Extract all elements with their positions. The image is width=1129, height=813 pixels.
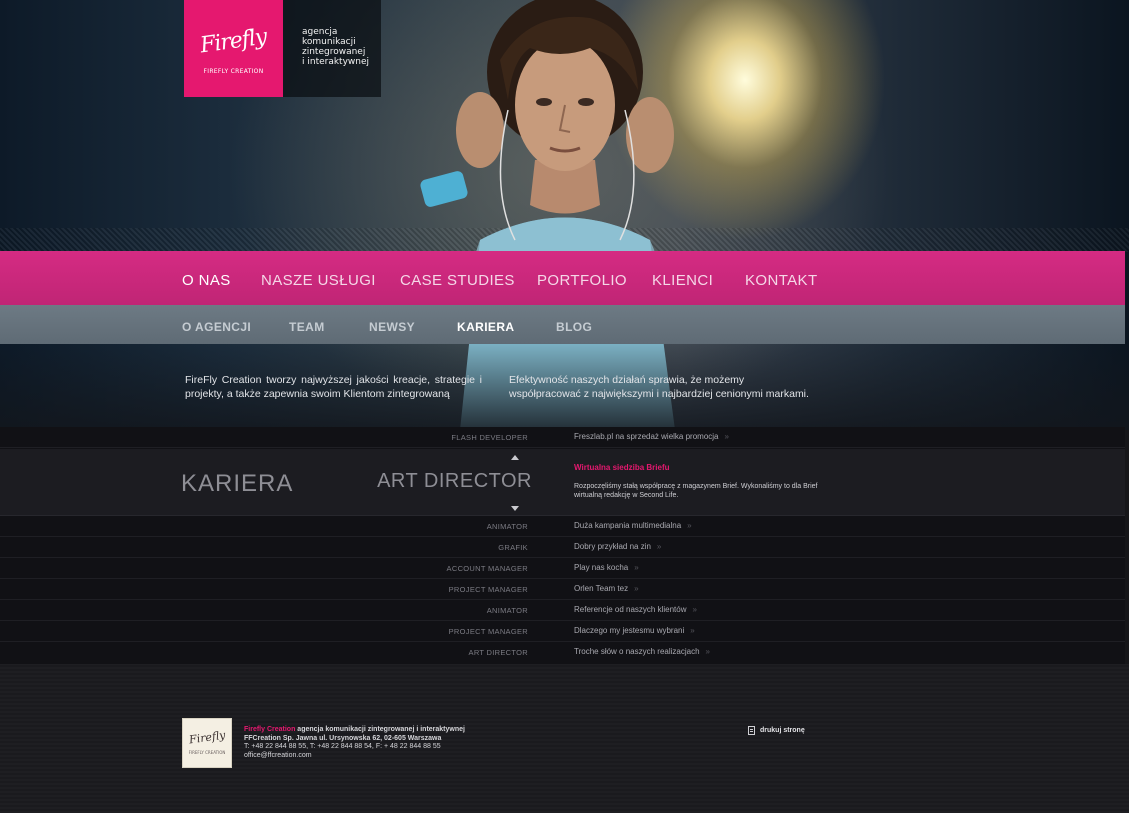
arrow-up-icon[interactable] — [511, 455, 519, 460]
job-row[interactable]: PROJECT MANAGER Dlaczego my jestesmu wyb… — [0, 621, 1125, 642]
job-row[interactable]: ART DIRECTOR Troche słów o naszych reali… — [0, 642, 1125, 663]
footer-logo: Firefly FIREFLY CREATION — [182, 718, 232, 768]
firefly-logo[interactable]: Firefly FIREFLY CREATION — [184, 0, 283, 97]
news-title: Troche słów o naszych realizacjach — [574, 647, 700, 656]
news-link[interactable]: Dobry przykład na zin » — [574, 542, 661, 551]
tagline-line: agencja — [302, 27, 338, 37]
footer-contact: Firefly Creation agencja komunikacji zin… — [244, 726, 465, 760]
arrow-right-icon: » — [656, 542, 662, 551]
footer-brand: Firefly Creation — [244, 726, 296, 733]
news-title: Duża kampania multimedialna — [574, 521, 682, 530]
logo-tagline: agencja komunikacji zintegrowanej i inte… — [283, 0, 381, 97]
nav-nasze-uslugi[interactable]: NASZE USŁUGI — [261, 272, 376, 289]
news-title: Orlen Team tez — [574, 584, 629, 593]
job-row[interactable]: FLASH DEVELOPER Freszlab.pl na sprzedaż … — [0, 427, 1125, 448]
job-role[interactable]: ANIMATOR — [487, 606, 528, 615]
footer-phones: T: +48 22 844 88 55, T: +48 22 844 88 54… — [244, 743, 441, 750]
nav-kontakt[interactable]: KONTAKT — [745, 272, 818, 289]
selected-job-title: ART DIRECTOR — [377, 470, 532, 492]
print-page-button[interactable]: drukuj stronę — [748, 726, 805, 735]
print-label: drukuj stronę — [760, 727, 805, 734]
footer-tagline: agencja komunikacji zintegrowanej i inte… — [295, 726, 465, 733]
tagline-line: komunikacji — [302, 37, 356, 47]
tagline-line: zintegrowanej — [302, 47, 366, 57]
arrow-down-icon[interactable] — [511, 506, 519, 511]
news-title: Referencje od naszych klientów — [574, 605, 687, 614]
logo-script-text: Firefly — [198, 23, 269, 59]
news-title: Play nas kocha — [574, 563, 629, 572]
footer-logo-script: Firefly — [188, 728, 226, 747]
intro-text-right: Efektywność naszych działań sprawia, że … — [509, 374, 809, 400]
job-row[interactable]: ANIMATOR Duża kampania multimedialna » — [0, 516, 1125, 537]
news-link[interactable]: Referencje od naszych klientów » — [574, 605, 697, 614]
job-role[interactable]: ART DIRECTOR — [469, 648, 528, 657]
nav-o-nas[interactable]: O NAS — [182, 272, 231, 289]
nav-portfolio[interactable]: PORTFOLIO — [537, 272, 627, 289]
news-link[interactable]: Orlen Team tez » — [574, 584, 639, 593]
job-role[interactable]: GRAFIK — [498, 543, 528, 552]
footer-logo-subtitle: FIREFLY CREATION — [188, 750, 226, 755]
job-role[interactable]: PROJECT MANAGER — [449, 627, 528, 636]
job-row[interactable]: PROJECT MANAGER Orlen Team tez » — [0, 579, 1125, 600]
footer-email[interactable]: office@ffcreation.com — [244, 752, 465, 761]
logo-subtitle: FIREFLY CREATION — [203, 67, 264, 75]
job-role[interactable]: FLASH DEVELOPER — [451, 433, 528, 442]
hero-banner — [0, 0, 1129, 430]
footer-address: FFCreation Sp. Jawna ul. Ursynowska 62, … — [244, 735, 465, 744]
news-link[interactable]: Duża kampania multimedialna » — [574, 521, 692, 530]
footer: Firefly FIREFLY CREATION Firefly Creatio… — [0, 664, 1129, 813]
featured-job-panel: KARIERA ART DIRECTOR Wirtualna siedziba … — [0, 449, 1125, 516]
news-link[interactable]: Dlaczego my jestesmu wybrani » — [574, 626, 695, 635]
news-title: Freszlab.pl na sprzedaż wielka promocja — [574, 432, 719, 441]
arrow-right-icon: » — [634, 584, 639, 593]
main-navigation: O NAS NASZE USŁUGI CASE STUDIES PORTFOLI… — [0, 251, 1125, 305]
print-icon — [748, 726, 755, 735]
job-role[interactable]: ANIMATOR — [487, 522, 528, 531]
featured-news-text: Rozpoczęliśmy stałą współpracę z magazyn… — [574, 483, 818, 499]
subnav-newsy[interactable]: NEWSY — [369, 320, 415, 334]
news-link[interactable]: Play nas kocha » — [574, 563, 639, 572]
arrow-right-icon: » — [687, 521, 692, 530]
arrow-right-icon: » — [705, 647, 710, 656]
job-row[interactable]: ACCOUNT MANAGER Play nas kocha » — [0, 558, 1125, 579]
subnav-kariera[interactable]: KARIERA — [457, 320, 514, 334]
tagline-line: i interaktywnej — [302, 57, 370, 67]
footer-address-text: FFCreation Sp. Jawna ul. Ursynowska 62, … — [244, 734, 442, 742]
nav-klienci[interactable]: KLIENCI — [652, 272, 713, 289]
subnav-blog[interactable]: BLOG — [556, 320, 592, 334]
news-title: Dobry przykład na zin — [574, 542, 651, 551]
job-row[interactable]: ANIMATOR Referencje od naszych klientów » — [0, 600, 1125, 621]
section-title: KARIERA — [181, 470, 294, 497]
subnav-team[interactable]: TEAM — [289, 320, 325, 334]
footer-line: Firefly Creation agencja komunikacji zin… — [244, 726, 465, 735]
career-list: FLASH DEVELOPER Freszlab.pl na sprzedaż … — [0, 427, 1125, 664]
job-role[interactable]: PROJECT MANAGER — [449, 585, 528, 594]
featured-news-title[interactable]: Wirtualna siedziba Briefu — [574, 463, 670, 472]
arrow-right-icon: » — [724, 432, 729, 441]
subnav-o-agencji[interactable]: O AGENCJI — [182, 320, 251, 334]
nav-case-studies[interactable]: CASE STUDIES — [400, 272, 515, 289]
arrow-right-icon: » — [634, 563, 639, 572]
sub-navigation: O AGENCJI TEAM NEWSY KARIERA BLOG — [0, 305, 1125, 344]
arrow-right-icon: » — [692, 605, 697, 614]
news-link[interactable]: Troche słów o naszych realizacjach » — [574, 647, 710, 656]
job-role[interactable]: ACCOUNT MANAGER — [447, 564, 528, 573]
arrow-right-icon: » — [690, 626, 695, 635]
news-link[interactable]: Freszlab.pl na sprzedaż wielka promocja » — [574, 432, 729, 441]
intro-text-left: FireFly Creation tworzy najwyższej jakoś… — [185, 374, 482, 400]
news-title: Dlaczego my jestesmu wybrani — [574, 626, 685, 635]
job-row[interactable]: GRAFIK Dobry przykład na zin » — [0, 537, 1125, 558]
